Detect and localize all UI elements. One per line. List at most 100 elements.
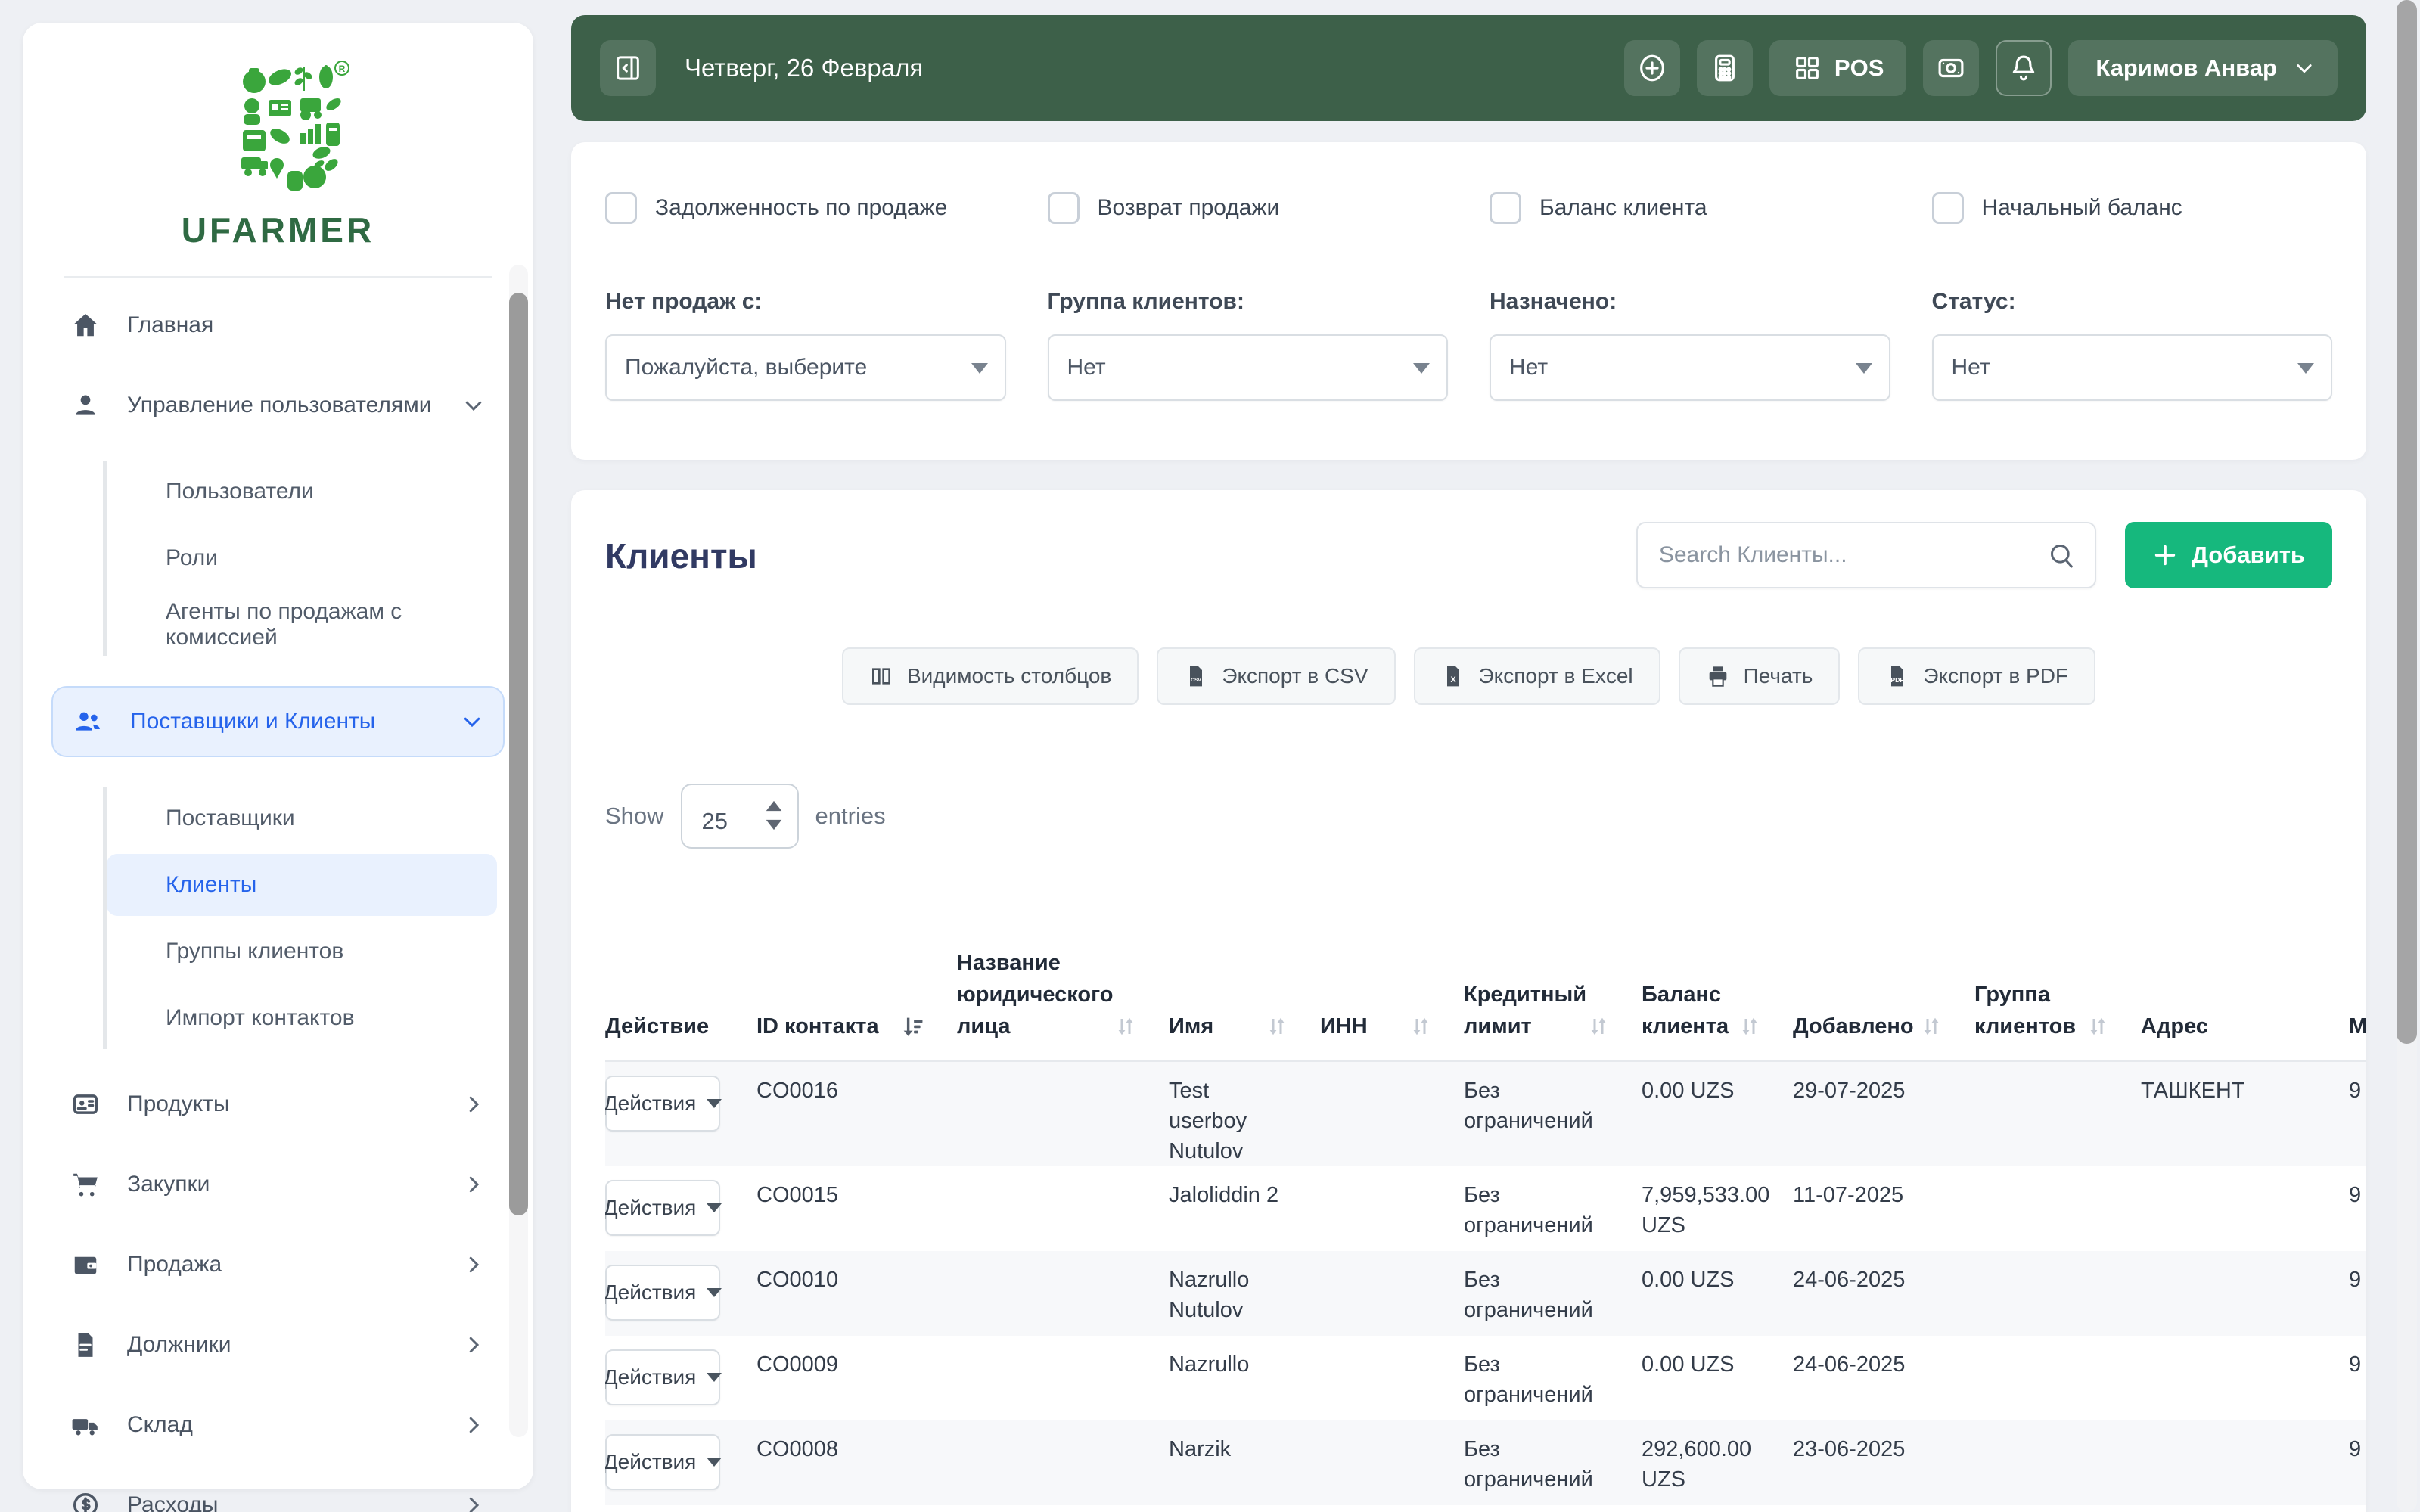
sidebar-scrollbar[interactable] [509,265,528,1437]
cash-register-button[interactable] [1923,40,1980,96]
sidebar-item-debtors[interactable]: Должники [51,1320,505,1370]
col-balance[interactable]: Баланс клиента [1642,927,1793,1060]
truck-icon [71,1411,100,1439]
export-csv-button[interactable]: CSV Экспорт в CSV [1157,647,1396,705]
cell-name: Narzik [1169,1437,1232,1461]
row-actions-button[interactable]: Действия [605,1076,722,1132]
sidebar-item-suppliers-clients[interactable]: Поставщики и Клиенты [51,686,505,757]
cell-balance: 292,600.00 UZS [1642,1437,1752,1492]
col-legal-name[interactable]: Название юридического лица [957,927,1169,1060]
search-input[interactable] [1636,522,2096,588]
sidebar-item-client-groups[interactable]: Группы клиентов [107,921,505,983]
sidebar-item-import-contacts[interactable]: Импорт контактов [107,987,505,1049]
checkbox-icon[interactable] [1931,192,1964,224]
print-button[interactable]: Печать [1678,647,1841,705]
cell-contact-id: CO0010 [756,1268,839,1292]
export-pdf-button[interactable]: PDF Экспорт в PDF [1858,647,2096,705]
printer-icon [1706,664,1730,688]
sidebar-item-clients[interactable]: Клиенты [107,854,497,916]
table-row: Действия CO0008 Narzik Без ограничений 2… [605,1420,2366,1505]
column-visibility-button[interactable]: Видимость столбцов [841,647,1139,705]
cell-mobile: 9 [2349,1183,2362,1207]
sidebar-item-warehouse[interactable]: Склад [51,1400,505,1450]
col-action: Действие [605,1014,710,1039]
col-credit-limit[interactable]: Кредитный лимит [1464,927,1642,1060]
sidebar-item-expenses[interactable]: Расходы [51,1480,505,1512]
pos-button[interactable]: POS [1769,40,1907,96]
sidebar-item-commission-agents[interactable]: Агенты по продажам с комиссией [107,594,505,656]
cell-mobile [2349,1505,2366,1512]
cell-legal-name [957,1062,1169,1166]
sort-icon[interactable] [1738,1014,1761,1039]
row-actions-button[interactable]: Действия [605,1349,722,1405]
topbar: Четверг, 26 Февраля POS Каримов Анвар [571,15,2366,121]
row-actions-button[interactable]: Действия [605,1180,722,1236]
col-added[interactable]: Добавлено [1793,927,1974,1060]
cell-credit-limit: Без ограничений [1464,1079,1593,1133]
filter-assigned: Назначено: Нет [1490,289,1890,401]
page-scrollbar[interactable] [2397,0,2417,1512]
page-size-select[interactable]: 25 [680,784,799,849]
filter-sales-due[interactable]: Задолженность по продаже [605,192,1006,224]
calculator-button[interactable] [1696,40,1753,96]
client-group-select[interactable]: Нет [1047,334,1448,401]
sidebar-item-suppliers[interactable]: Поставщики [107,787,505,849]
caret-down-icon [971,363,988,374]
sidebar-item-roles[interactable]: Роли [107,527,505,589]
checkbox-icon[interactable] [1047,192,1080,224]
page-size-value: 25 [701,808,728,834]
cell-balance: 0.00 UZS [1642,1268,1735,1292]
notifications-button[interactable] [1996,40,2052,96]
filter-client-balance[interactable]: Баланс клиента [1490,192,1890,224]
spinner-up-down-icon[interactable] [763,799,785,832]
checkbox-icon[interactable] [1490,192,1521,224]
cart-icon [71,1170,100,1199]
col-inn[interactable]: ИНН [1320,927,1464,1060]
status-select[interactable]: Нет [1931,334,2332,401]
sort-icon[interactable] [1114,1014,1137,1039]
assigned-select[interactable]: Нет [1490,334,1890,401]
filter-no-sales-since: Нет продаж с: Пожалуйста, выберите [605,289,1006,401]
add-client-button[interactable]: Добавить [2124,522,2332,588]
sidebar-item-sales[interactable]: Продажа [51,1240,505,1290]
user-menu-button[interactable]: Каримов Анвар [2068,40,2338,96]
sort-icon[interactable] [1409,1014,1432,1039]
filter-sales-return[interactable]: Возврат продажи [1047,192,1449,224]
sidebar-item-home[interactable]: Главная [51,300,505,350]
cell-contact-id: CO0015 [756,1183,839,1207]
sidebar-item-products[interactable]: Продукты [51,1079,505,1129]
cell-added: 24-06-2025 [1793,1352,1906,1377]
plus-icon [2152,542,2178,568]
checkbox-icon[interactable] [605,192,637,224]
row-actions-button[interactable]: Действия [605,1434,722,1490]
sort-icon[interactable] [2086,1014,2109,1039]
cell-address: ТАШКЕНТ [2141,1079,2245,1103]
sort-icon[interactable] [1920,1014,1943,1039]
brand-wordmark: UFARMER [181,210,375,250]
cell-legal-name [957,1166,1169,1251]
select-label: Статус: [1931,289,2016,314]
checkbox-label: Баланс клиента [1539,195,1707,220]
sort-desc-icon[interactable] [899,1014,925,1039]
row-actions-button[interactable]: Действия [605,1265,722,1321]
quick-add-button[interactable] [1623,40,1680,96]
cell-contact-id: CO0008 [756,1437,839,1461]
cell-contact-id: CO0016 [756,1079,839,1103]
page-scrollbar-thumb[interactable] [2397,0,2417,1044]
sidebar-item-purchases[interactable]: Закупки [51,1160,505,1209]
no-sales-since-select[interactable]: Пожалуйста, выберите [605,334,1006,401]
export-excel-button[interactable]: X Экспорт в Excel [1413,647,1660,705]
sidebar-scrollbar-thumb[interactable] [509,293,528,1215]
select-value: Нет [1067,355,1106,380]
filters-card: Задолженность по продаже Возврат продажи… [571,142,2366,460]
col-name[interactable]: Имя [1169,927,1320,1060]
col-contact-id[interactable]: ID контакта [756,927,957,1060]
filter-opening-balance[interactable]: Начальный баланс [1931,192,2333,224]
sidebar-toggle-button[interactable] [600,40,656,96]
sidebar-item-users[interactable]: Пользователи [107,461,505,523]
col-client-group[interactable]: Группа клиентов [1974,927,2141,1060]
sidebar-item-user-management[interactable]: Управление пользователями [51,380,505,430]
sort-icon[interactable] [1587,1014,1610,1039]
sort-icon[interactable] [1266,1014,1288,1039]
file-excel-icon: X [1441,664,1465,688]
